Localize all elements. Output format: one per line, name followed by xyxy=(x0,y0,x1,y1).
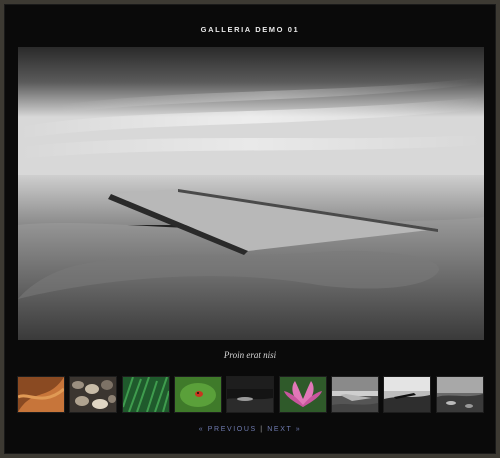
main-image-pier-scene xyxy=(18,47,484,340)
image-caption: Proin erat nisi xyxy=(223,350,277,360)
gallery-title: GALLERIA DEMO 01 xyxy=(200,25,300,34)
thumbnail-2[interactable] xyxy=(70,377,116,412)
thumbnail-strip xyxy=(18,377,484,413)
gallery-nav: « PREVIOUS | NEXT » xyxy=(4,426,496,433)
main-image[interactable] xyxy=(18,47,484,340)
thumbnail-3[interactable] xyxy=(123,377,169,412)
nav-separator: | xyxy=(260,426,264,433)
thumbnail-6[interactable] xyxy=(280,377,326,412)
thumbnail-7[interactable] xyxy=(332,377,378,412)
previous-link[interactable]: « PREVIOUS xyxy=(199,426,257,433)
thumbnail-8[interactable] xyxy=(384,377,430,412)
thumbnail-1[interactable] xyxy=(18,377,64,412)
gallery-frame: GALLERIA DEMO 01 Proin erat nisi « PREVI… xyxy=(4,4,496,454)
thumbnail-9[interactable] xyxy=(437,377,483,412)
thumbnail-4[interactable] xyxy=(175,377,221,412)
thumbnail-5[interactable] xyxy=(227,377,273,412)
next-link[interactable]: NEXT » xyxy=(267,426,301,433)
